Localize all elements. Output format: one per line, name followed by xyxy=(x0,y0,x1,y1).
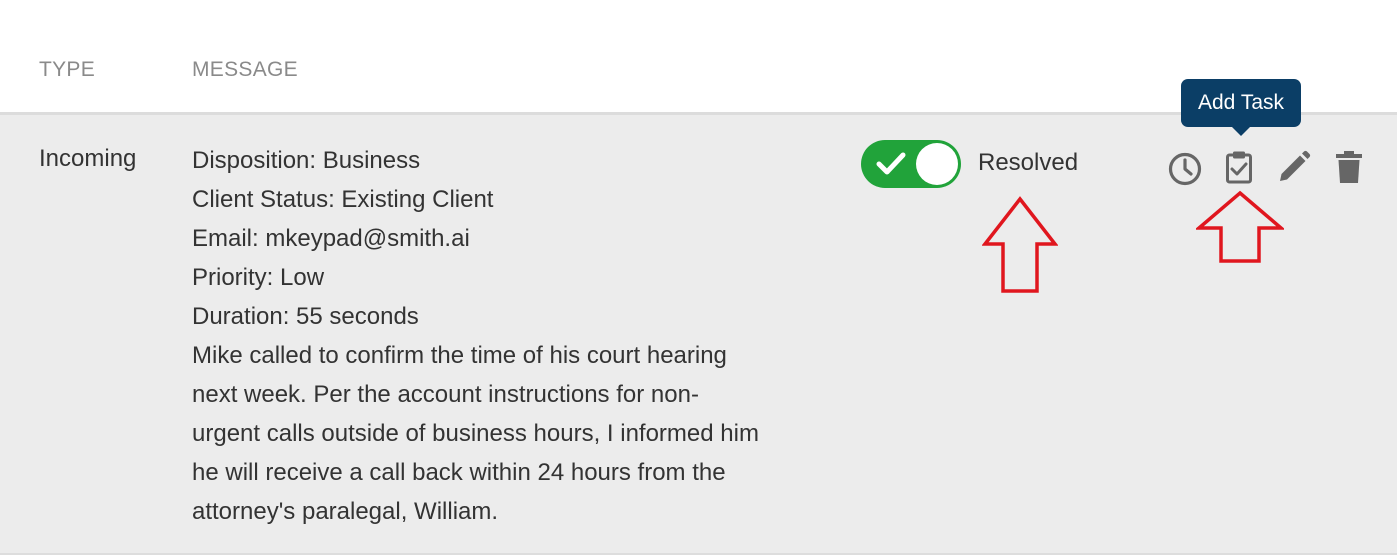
clock-icon[interactable] xyxy=(1167,151,1203,187)
message-line: Client Status: Existing Client xyxy=(192,186,494,213)
delete-button[interactable] xyxy=(1331,149,1367,185)
tooltip-arrow xyxy=(1231,126,1251,136)
annotation-arrow-up xyxy=(1196,190,1284,263)
trash-icon xyxy=(1336,151,1362,183)
clipboard-check-icon xyxy=(1226,151,1252,184)
message-line: he will receive a call back within 24 ho… xyxy=(192,459,726,486)
edit-button[interactable] xyxy=(1276,149,1312,185)
resolved-label: Resolved xyxy=(978,149,1079,176)
annotation-arrow-up xyxy=(982,196,1058,293)
add-task-button[interactable] xyxy=(1221,149,1257,185)
message-text: Disposition: Business Client Status: Exi… xyxy=(192,141,822,531)
message-line: urgent calls outside of business hours, … xyxy=(192,420,759,447)
add-task-tooltip: Add Task xyxy=(1181,79,1301,127)
message-line: Priority: Low xyxy=(192,264,325,291)
table-row: Incoming Disposition: Business Client St… xyxy=(0,115,1397,555)
toggle-knob[interactable] xyxy=(916,143,958,185)
message-line: attorney's paralegal, William. xyxy=(192,498,499,525)
call-type: Incoming xyxy=(39,145,137,172)
checkmark-icon xyxy=(876,152,906,175)
pencil-icon xyxy=(1280,150,1311,181)
message-line: Disposition: Business xyxy=(192,147,421,174)
column-header-message[interactable]: MESSAGE xyxy=(192,58,298,82)
message-line: Duration: 55 seconds xyxy=(192,303,419,330)
resolved-toggle[interactable] xyxy=(861,140,961,188)
column-header-type[interactable]: TYPE xyxy=(39,58,95,82)
message-line: next week. Per the account instructions … xyxy=(192,381,699,408)
message-line: Email: mkeypad@smith.ai xyxy=(192,225,470,252)
message-line: Mike called to confirm the time of his c… xyxy=(192,342,727,369)
